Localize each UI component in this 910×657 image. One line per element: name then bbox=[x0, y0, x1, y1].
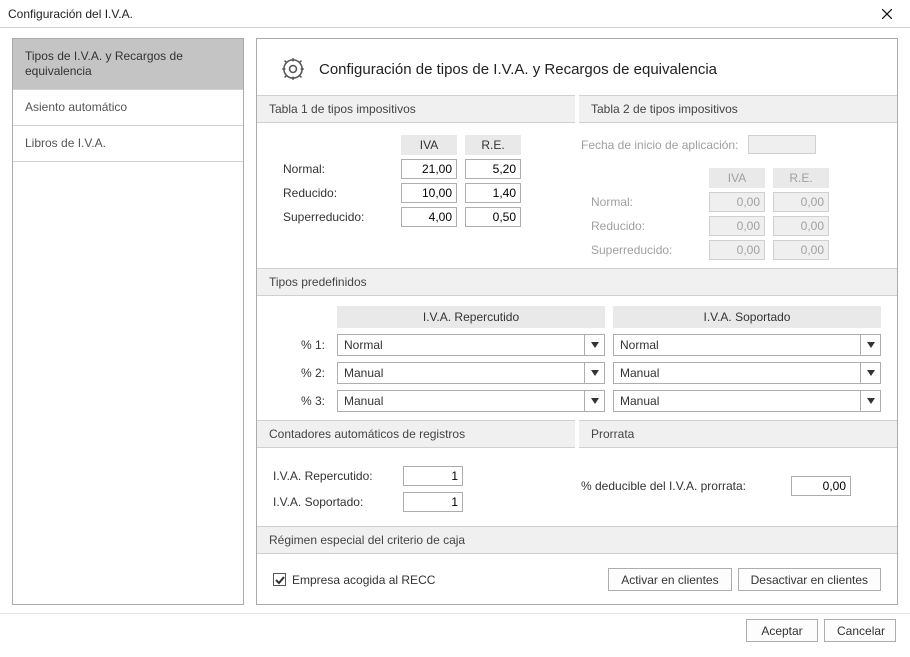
sidebar-item-tipos-iva[interactable]: Tipos de I.V.A. y Recargos de equivalenc… bbox=[13, 39, 243, 90]
chevron-down-icon bbox=[860, 391, 880, 411]
tabla2-normal-iva bbox=[709, 192, 765, 212]
cancel-button[interactable]: Cancelar bbox=[824, 619, 896, 642]
tabla2-reducido-iva bbox=[709, 216, 765, 236]
tabla2-reducido-label: Reducido: bbox=[591, 216, 701, 236]
tabla2-block: Fecha de inicio de aplicación: IVA R.E. … bbox=[581, 135, 881, 260]
prorrata-label: % deducible del I.V.A. prorrata: bbox=[581, 479, 781, 493]
tabla2-superreducido-re bbox=[773, 240, 829, 260]
tabla2-normal-re bbox=[773, 192, 829, 212]
gear-icon bbox=[279, 55, 307, 83]
contadores-soportado-label: I.V.A. Soportado: bbox=[273, 495, 393, 509]
sidebar-item-asiento-automatico[interactable]: Asiento automático bbox=[13, 90, 243, 126]
predef-row3-soportado-value: Manual bbox=[620, 394, 659, 408]
predef-body: I.V.A. Repercutido I.V.A. Soportado % 1:… bbox=[257, 296, 897, 420]
tabla1-col-re: R.E. bbox=[465, 135, 521, 155]
section-header-tabla1: Tabla 1 de tipos impositivos bbox=[257, 95, 575, 123]
predef-row1-soportado-value: Normal bbox=[620, 338, 659, 352]
chevron-down-icon bbox=[584, 363, 604, 383]
prorrata-block: % deducible del I.V.A. prorrata: bbox=[581, 460, 881, 518]
chevron-down-icon bbox=[584, 335, 604, 355]
tabla1-superreducido-re[interactable] bbox=[465, 207, 521, 227]
section-header-contadores: Contadores automáticos de registros bbox=[257, 420, 575, 448]
predef-row2-repercutido-combo[interactable]: Manual bbox=[337, 362, 605, 384]
predef-row2-soportado-value: Manual bbox=[620, 366, 659, 380]
main-panel: Configuración de tipos de I.V.A. y Recar… bbox=[256, 38, 898, 605]
close-button[interactable] bbox=[870, 3, 904, 25]
panel-title: Configuración de tipos de I.V.A. y Recar… bbox=[319, 61, 717, 78]
section-header-prorrata: Prorrata bbox=[579, 420, 897, 448]
section-header-predef: Tipos predefinidos bbox=[257, 268, 897, 296]
predef-row2-repercutido-value: Manual bbox=[344, 366, 383, 380]
tabla2-start-date-label: Fecha de inicio de aplicación: bbox=[581, 138, 738, 152]
tabla2-col-re: R.E. bbox=[773, 168, 829, 188]
tabla1-normal-iva[interactable] bbox=[401, 159, 457, 179]
predef-row1-soportado-combo[interactable]: Normal bbox=[613, 334, 881, 356]
predef-row1-repercutido-combo[interactable]: Normal bbox=[337, 334, 605, 356]
tables-body: IVA R.E. Normal: Reducido: Superreducido… bbox=[257, 123, 897, 268]
panel-header: Configuración de tipos de I.V.A. y Recar… bbox=[257, 39, 897, 95]
contadores-repercutido-input[interactable] bbox=[403, 466, 463, 486]
close-icon bbox=[882, 9, 892, 19]
tabla2-reducido-re bbox=[773, 216, 829, 236]
checkbox-icon bbox=[273, 573, 286, 586]
sidebar-item-libros-iva[interactable]: Libros de I.V.A. bbox=[13, 126, 243, 162]
tabla1-reducido-iva[interactable] bbox=[401, 183, 457, 203]
contadores-repercutido-label: I.V.A. Repercutido: bbox=[273, 469, 393, 483]
chevron-down-icon bbox=[584, 391, 604, 411]
window-title: Configuración del I.V.A. bbox=[8, 7, 133, 21]
contadores-block: I.V.A. Repercutido: I.V.A. Soportado: bbox=[273, 460, 573, 518]
section-header-tabla2: Tabla 2 de tipos impositivos bbox=[579, 95, 897, 123]
predef-row2-label: % 2: bbox=[273, 366, 329, 380]
prorrata-input[interactable] bbox=[791, 476, 851, 496]
section-row-contadores-prorrata: Contadores automáticos de registros Pror… bbox=[257, 420, 897, 448]
dialog-footer: Aceptar Cancelar bbox=[0, 613, 910, 647]
tabla1-superreducido-label: Superreducido: bbox=[283, 207, 393, 227]
tabla1-superreducido-iva[interactable] bbox=[401, 207, 457, 227]
tabla1-normal-label: Normal: bbox=[283, 159, 393, 179]
predef-row3-repercutido-combo[interactable]: Manual bbox=[337, 390, 605, 412]
chevron-down-icon bbox=[860, 335, 880, 355]
predef-row3-repercutido-value: Manual bbox=[344, 394, 383, 408]
predef-row1-label: % 1: bbox=[273, 338, 329, 352]
tabla2-superreducido-label: Superreducido: bbox=[591, 240, 701, 260]
recc-body: Empresa acogida al RECC Activar en clien… bbox=[257, 554, 897, 605]
titlebar: Configuración del I.V.A. bbox=[0, 0, 910, 28]
ok-button[interactable]: Aceptar bbox=[746, 619, 818, 642]
sidebar: Tipos de I.V.A. y Recargos de equivalenc… bbox=[12, 38, 244, 605]
recc-activar-button[interactable]: Activar en clientes bbox=[608, 568, 731, 591]
contadores-soportado-input[interactable] bbox=[403, 492, 463, 512]
predef-col-repercutido: I.V.A. Repercutido bbox=[337, 306, 605, 328]
predef-row1-repercutido-value: Normal bbox=[344, 338, 383, 352]
tabla2-start-date-input bbox=[748, 135, 816, 154]
tabla2-col-iva: IVA bbox=[709, 168, 765, 188]
tabla1-block: IVA R.E. Normal: Reducido: Superreducido… bbox=[273, 135, 573, 260]
tabla1-col-iva: IVA bbox=[401, 135, 457, 155]
tabla1-reducido-re[interactable] bbox=[465, 183, 521, 203]
predef-col-soportado: I.V.A. Soportado bbox=[613, 306, 881, 328]
recc-desactivar-button[interactable]: Desactivar en clientes bbox=[738, 568, 881, 591]
predef-row2-soportado-combo[interactable]: Manual bbox=[613, 362, 881, 384]
content: Tipos de I.V.A. y Recargos de equivalenc… bbox=[0, 28, 910, 613]
tabla1-normal-re[interactable] bbox=[465, 159, 521, 179]
recc-checkbox[interactable]: Empresa acogida al RECC bbox=[273, 573, 435, 587]
tabla2-superreducido-iva bbox=[709, 240, 765, 260]
predef-row3-soportado-combo[interactable]: Manual bbox=[613, 390, 881, 412]
chevron-down-icon bbox=[860, 363, 880, 383]
section-row-tablas: Tabla 1 de tipos impositivos Tabla 2 de … bbox=[257, 95, 897, 123]
tabla2-normal-label: Normal: bbox=[591, 192, 701, 212]
section-header-recc: Régimen especial del criterio de caja bbox=[257, 526, 897, 554]
recc-checkbox-label: Empresa acogida al RECC bbox=[292, 573, 435, 587]
predef-row3-label: % 3: bbox=[273, 394, 329, 408]
tabla1-reducido-label: Reducido: bbox=[283, 183, 393, 203]
